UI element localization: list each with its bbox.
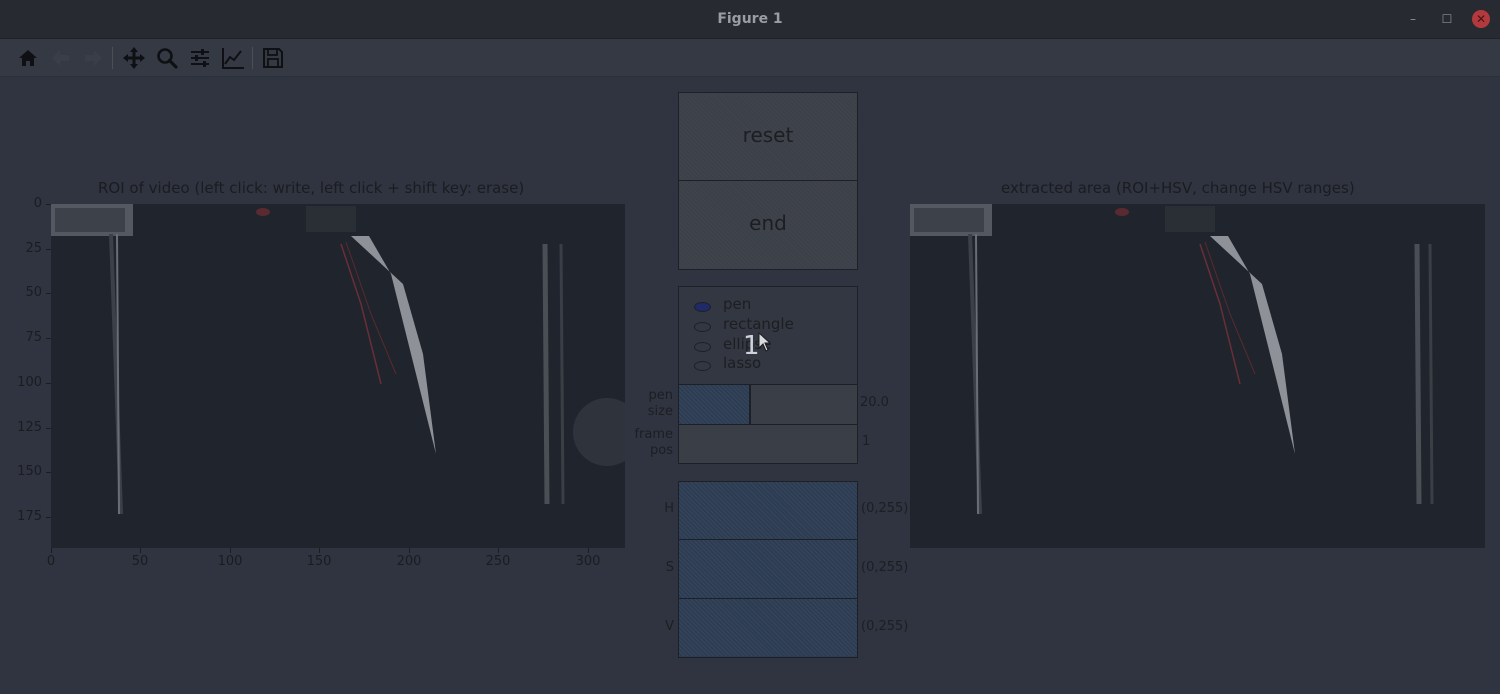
x-tick-label: 0 [46, 554, 56, 569]
pen-size-label: pen size [647, 388, 673, 419]
toolbar-separator [252, 47, 253, 69]
x-tick-label: 100 [217, 554, 243, 569]
end-button[interactable]: end [678, 180, 858, 270]
extracted-area-frame [910, 204, 1485, 548]
v-range-slider[interactable] [679, 599, 857, 656]
figure-canvas: ROI of video (left click: write, left cl… [0, 77, 1500, 694]
radio-unselected-icon [694, 361, 711, 371]
configure-subplots-icon[interactable] [187, 45, 213, 71]
x-tick-mark [319, 548, 320, 553]
y-tick-mark [46, 338, 51, 339]
minimize-button[interactable]: – [1404, 10, 1422, 28]
pen-size-slider-fill [679, 385, 751, 424]
y-tick-mark [46, 517, 51, 518]
save-icon[interactable] [260, 45, 286, 71]
pen-size-value: 20.0 [860, 395, 889, 410]
x-tick-mark [51, 548, 52, 553]
h-range-value: (0,255) [861, 501, 909, 516]
y-tick-label: 125 [17, 420, 42, 435]
pen-size-slider-handle[interactable] [749, 385, 752, 424]
x-tick-label: 200 [396, 554, 422, 569]
radio-selected-icon [694, 302, 711, 312]
y-tick-label: 75 [25, 330, 42, 345]
x-tick-label: 50 [131, 554, 149, 569]
y-tick-label: 150 [17, 464, 42, 479]
zoom-icon[interactable] [154, 45, 180, 71]
left-plot-title: ROI of video (left click: write, left cl… [98, 179, 525, 197]
x-tick-mark [140, 548, 141, 553]
y-tick-label: 175 [17, 509, 42, 524]
s-range-value: (0,255) [861, 560, 909, 575]
maximize-button[interactable]: ☐ [1438, 10, 1456, 28]
x-tick-mark [409, 548, 410, 553]
x-tick-mark [230, 548, 231, 553]
s-range-slider[interactable] [679, 540, 857, 599]
frame-pos-slider[interactable] [678, 424, 858, 464]
y-tick-mark [46, 249, 51, 250]
y-tick-mark [46, 204, 51, 205]
x-tick-label: 150 [306, 554, 332, 569]
toolbar-separator [112, 47, 113, 69]
y-tick-label: 0 [33, 196, 42, 211]
x-tick-mark [588, 548, 589, 553]
pan-icon[interactable] [121, 45, 147, 71]
home-icon[interactable] [15, 45, 41, 71]
v-range-value: (0,255) [861, 619, 909, 634]
y-tick-mark [46, 428, 51, 429]
y-tick-label: 100 [17, 375, 42, 390]
x-tick-mark [498, 548, 499, 553]
y-tick-mark [46, 472, 51, 473]
x-tick-label: 250 [485, 554, 511, 569]
roi-video-frame[interactable] [51, 204, 625, 548]
right-plot-title: extracted area (ROI+HSV, change HSV rang… [1001, 179, 1355, 197]
y-tick-label: 50 [25, 285, 42, 300]
v-slider-label: V [665, 619, 674, 634]
frame-pos-value: 1 [862, 434, 871, 449]
close-button[interactable]: ✕ [1472, 10, 1490, 28]
s-slider-label: S [665, 560, 674, 575]
window-titlebar: Figure 1 – ☐ ✕ [0, 0, 1500, 39]
radio-label: pen [723, 295, 752, 313]
radio-unselected-icon [694, 342, 711, 352]
back-icon[interactable] [48, 45, 74, 71]
forward-icon[interactable] [80, 45, 106, 71]
edit-axis-icon[interactable] [220, 45, 246, 71]
frame-pos-label: frame pos [634, 427, 673, 458]
x-tick-label: 300 [575, 554, 601, 569]
y-tick-mark [46, 293, 51, 294]
pen-size-slider[interactable] [678, 384, 858, 425]
mouse-cursor-icon [758, 332, 772, 352]
reset-button[interactable]: reset [678, 92, 858, 181]
window-title: Figure 1 [717, 11, 783, 27]
y-tick-mark [46, 383, 51, 384]
navigation-toolbar [0, 39, 1500, 77]
h-range-slider[interactable] [679, 482, 857, 540]
radio-unselected-icon [694, 322, 711, 332]
y-tick-label: 25 [25, 241, 42, 256]
h-slider-label: H [664, 501, 674, 516]
